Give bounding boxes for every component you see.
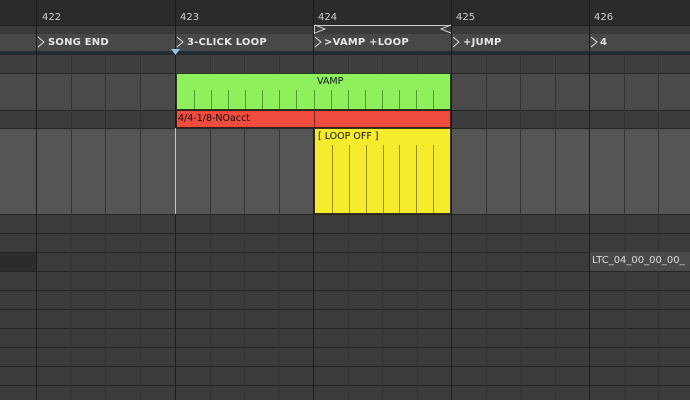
locator-jump[interactable]: +JUMP bbox=[463, 37, 502, 48]
locator-4-marker-icon[interactable] bbox=[590, 36, 598, 48]
clip-vamp[interactable]: VAMP bbox=[176, 73, 451, 110]
beat-line bbox=[658, 54, 659, 400]
clip-grid-line bbox=[296, 90, 297, 109]
track-lane-1 bbox=[0, 54, 690, 73]
beat-line bbox=[486, 54, 487, 400]
beat-line bbox=[140, 54, 141, 400]
clip-grid-line bbox=[279, 90, 280, 109]
clip-ltc-label: LTC_04_00_00_00_ bbox=[592, 255, 685, 266]
bar-number-425: 425 bbox=[456, 12, 476, 23]
clip-loop-off-grid bbox=[315, 145, 450, 213]
clip-grid-line bbox=[262, 90, 263, 109]
clip-grid-line bbox=[382, 90, 383, 109]
clip-grid-line bbox=[416, 145, 417, 213]
clip-grid-line bbox=[348, 90, 349, 109]
locator-vamp-loop-marker-icon[interactable] bbox=[314, 36, 322, 48]
clip-vamp-grid bbox=[177, 90, 450, 109]
track-lane-5 bbox=[0, 214, 690, 400]
clip-grid-line bbox=[399, 90, 400, 109]
clip-grid-line bbox=[314, 90, 315, 109]
clip-grid-line bbox=[331, 90, 332, 109]
clip-time-signature-label: 4/4-1/8-NOacct bbox=[178, 113, 251, 124]
clip-grid-line bbox=[332, 145, 333, 213]
locator-3-click-loop-marker-icon[interactable] bbox=[176, 36, 184, 48]
loop-brace[interactable] bbox=[314, 25, 452, 34]
clip-loop-off-label: [ LOOP OFF ] bbox=[318, 131, 379, 142]
beat-line bbox=[520, 54, 521, 400]
clip-vamp-label: VAMP bbox=[317, 76, 344, 87]
clip-grid-line bbox=[349, 145, 350, 213]
loop-start-marker-icon[interactable] bbox=[314, 24, 326, 34]
locator-vamp-loop[interactable]: >VAMP +LOOP bbox=[324, 37, 409, 48]
clip-ltc[interactable]: LTC_04_00_00_00_ bbox=[590, 252, 690, 271]
beat-line bbox=[624, 54, 625, 400]
clip-time-signature[interactable]: 4/4-1/8-NOacct bbox=[176, 110, 451, 128]
clip-grid-line bbox=[365, 90, 366, 109]
beat-line bbox=[105, 54, 106, 400]
bar-number-426: 426 bbox=[594, 12, 614, 23]
clip-grid-line bbox=[399, 145, 400, 213]
playhead-line bbox=[175, 128, 176, 214]
bar-number-424: 424 bbox=[318, 12, 338, 23]
locator-song-end[interactable]: SONG END bbox=[48, 37, 109, 48]
clip-loop-off[interactable]: [ LOOP OFF ] bbox=[314, 128, 451, 214]
clip-grid-line bbox=[433, 90, 434, 109]
arrangement-view: 422 423 424 425 426 SONG END 3-CLICK LOO… bbox=[0, 0, 690, 400]
beat-line bbox=[555, 54, 556, 400]
beat-line bbox=[71, 54, 72, 400]
playhead-marker-icon[interactable] bbox=[171, 49, 180, 55]
locator-4[interactable]: 4 bbox=[600, 37, 607, 48]
clip-grid-line bbox=[211, 90, 212, 109]
locator-3-click-loop[interactable]: 3-CLICK LOOP bbox=[187, 37, 267, 48]
bar-number-422: 422 bbox=[42, 12, 62, 23]
clip-grid-line bbox=[416, 90, 417, 109]
clip-grid-line bbox=[245, 90, 246, 109]
track-lane-left-highlight bbox=[0, 252, 36, 271]
bar-ruler[interactable] bbox=[0, 0, 690, 26]
clip-grid-line bbox=[228, 90, 229, 109]
clip-grid-line bbox=[194, 90, 195, 109]
clip-grid-line bbox=[383, 145, 384, 213]
locator-song-end-marker-icon[interactable] bbox=[37, 36, 45, 48]
clip-grid-line bbox=[433, 145, 434, 213]
bar-number-423: 423 bbox=[180, 12, 200, 23]
clip-grid-line bbox=[366, 145, 367, 213]
locator-jump-marker-icon[interactable] bbox=[452, 36, 460, 48]
